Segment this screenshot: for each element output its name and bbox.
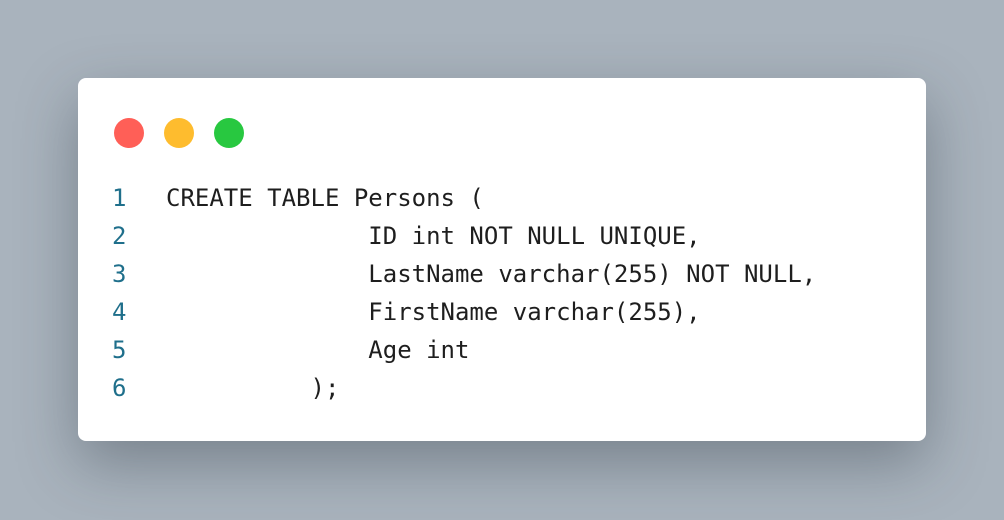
- code-text: ID int NOT NULL UNIQUE,: [166, 222, 701, 250]
- line-number: 4: [112, 298, 127, 326]
- maximize-dot-icon[interactable]: [214, 118, 244, 148]
- line-number: 2: [112, 222, 127, 250]
- code-line: 5 Age int: [112, 331, 816, 369]
- code-block: 1 CREATE TABLE Persons ( 2 ID int NOT NU…: [112, 179, 816, 407]
- code-text: LastName varchar(255) NOT NULL,: [166, 260, 817, 288]
- code-line: 4 FirstName varchar(255),: [112, 293, 816, 331]
- code-line: 3 LastName varchar(255) NOT NULL,: [112, 255, 816, 293]
- close-dot-icon[interactable]: [114, 118, 144, 148]
- code-text: Age int: [166, 336, 470, 364]
- line-number: 6: [112, 374, 127, 402]
- code-window: 1 CREATE TABLE Persons ( 2 ID int NOT NU…: [78, 78, 926, 441]
- line-number: 5: [112, 336, 127, 364]
- line-number: 1: [112, 184, 127, 212]
- minimize-dot-icon[interactable]: [164, 118, 194, 148]
- code-text: CREATE TABLE Persons (: [166, 184, 484, 212]
- code-text: FirstName varchar(255),: [166, 298, 701, 326]
- line-number: 3: [112, 260, 127, 288]
- code-line: 2 ID int NOT NULL UNIQUE,: [112, 217, 816, 255]
- window-controls: [114, 118, 244, 148]
- code-text: );: [166, 374, 340, 402]
- code-line: 6 );: [112, 369, 816, 407]
- code-line: 1 CREATE TABLE Persons (: [112, 179, 816, 217]
